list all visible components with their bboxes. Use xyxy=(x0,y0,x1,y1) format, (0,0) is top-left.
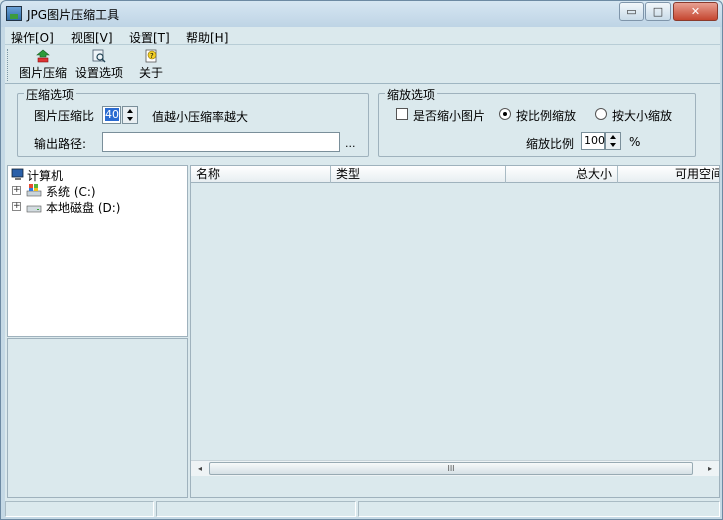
preview-pane xyxy=(7,338,188,498)
percent-label: % xyxy=(629,135,641,149)
expand-icon[interactable]: + xyxy=(12,186,21,195)
compress-options-legend: 压缩选项 xyxy=(24,86,77,103)
ratio-spinner[interactable] xyxy=(122,106,138,124)
app-window: JPG图片压缩工具 ▭ □ ✕ 操作[O] 视图[V] 设置[T] 帮助[H] … xyxy=(0,0,723,520)
by-ratio-label: 按比例缩放 xyxy=(516,109,577,123)
computer-icon xyxy=(11,168,24,180)
column-total-size[interactable]: 总大小 xyxy=(506,166,618,183)
ratio-input[interactable]: 40 xyxy=(102,106,121,124)
folder-tree[interactable]: 计算机 + 系统 (C:) + 本地磁盘 (D:) xyxy=(7,165,188,337)
status-cell-1 xyxy=(5,501,154,517)
compress-options-group: 压缩选项 图片压缩比 40 值越小压缩率越大 输出路径: ... xyxy=(17,86,369,157)
menu-view[interactable]: 视图[V] xyxy=(71,29,113,46)
ratio-label: 图片压缩比 xyxy=(34,109,95,123)
file-list[interactable]: 名称 类型 总大小 可用空间 ◂ III ▸ xyxy=(190,165,720,498)
list-header: 名称 类型 总大小 可用空间 xyxy=(191,166,719,183)
menu-help[interactable]: 帮助[H] xyxy=(186,29,228,46)
column-name[interactable]: 名称 xyxy=(191,166,331,183)
title-bar[interactable]: JPG图片压缩工具 ▭ □ ✕ xyxy=(1,1,722,27)
close-button[interactable]: ✕ xyxy=(673,2,718,21)
tree-label-drive-d: 本地磁盘 (D:) xyxy=(46,201,121,215)
toolbar: 图片压缩 设置选项 ? 关于 xyxy=(5,46,720,84)
scale-options-group: 缩放选项 是否缩小图片 按比例缩放 按大小缩放 缩放比例 100 % xyxy=(378,86,696,157)
help-icon: ? xyxy=(145,49,157,63)
scroll-thumb[interactable]: III xyxy=(209,462,693,475)
output-path-label: 输出路径: xyxy=(34,137,87,151)
scale-ratio-spinner[interactable] xyxy=(605,132,621,150)
ratio-hint: 值越小压缩率越大 xyxy=(152,110,249,124)
about-button[interactable]: ? 关于 xyxy=(133,48,169,82)
toolbar-grip-icon xyxy=(7,49,10,81)
by-ratio-radio[interactable] xyxy=(499,108,511,120)
hard-drive-icon xyxy=(26,205,42,213)
status-bar xyxy=(5,501,720,517)
menu-settings[interactable]: 设置[T] xyxy=(129,29,170,46)
client-area: 操作[O] 视图[V] 设置[T] 帮助[H] 图片压缩 设置选项 ? 关于 压… xyxy=(5,27,720,517)
menu-bar: 操作[O] 视图[V] 设置[T] 帮助[H] xyxy=(5,27,720,45)
scroll-left-icon[interactable]: ◂ xyxy=(193,462,207,476)
scale-ratio-label: 缩放比例 xyxy=(526,137,575,151)
menu-operate[interactable]: 操作[O] xyxy=(11,29,54,46)
column-free-space[interactable]: 可用空间 xyxy=(618,166,719,183)
minimize-button[interactable]: ▭ xyxy=(619,2,644,21)
status-cell-2 xyxy=(156,501,356,517)
window-title: JPG图片压缩工具 xyxy=(27,8,120,22)
column-type[interactable]: 类型 xyxy=(331,166,506,183)
tree-label-computer: 计算机 xyxy=(27,169,64,183)
ratio-value: 40 xyxy=(105,108,119,121)
settings-button[interactable]: 设置选项 xyxy=(73,48,125,82)
by-size-radio[interactable] xyxy=(595,108,607,120)
status-cell-3 xyxy=(358,501,720,517)
compress-icon xyxy=(36,49,50,63)
svg-text:?: ? xyxy=(150,52,154,60)
compress-button[interactable]: 图片压缩 xyxy=(17,48,69,82)
about-label: 关于 xyxy=(138,66,163,80)
output-path-input[interactable] xyxy=(102,132,340,152)
scroll-right-icon[interactable]: ▸ xyxy=(703,462,717,476)
tree-label-drive-c: 系统 (C:) xyxy=(46,185,96,199)
app-icon xyxy=(6,6,22,21)
scale-ratio-input[interactable]: 100 xyxy=(581,132,605,150)
settings-label: 设置选项 xyxy=(74,66,123,80)
settings-icon xyxy=(92,49,106,63)
expand-icon[interactable]: + xyxy=(12,202,21,211)
horizontal-scrollbar[interactable]: ◂ III ▸ xyxy=(191,460,719,476)
shrink-checkbox[interactable] xyxy=(396,108,408,120)
scale-options-legend: 缩放选项 xyxy=(385,86,438,103)
system-drive-icon xyxy=(26,184,42,197)
compress-label: 图片压缩 xyxy=(18,66,67,80)
by-size-label: 按大小缩放 xyxy=(612,109,673,123)
browse-button[interactable]: ... xyxy=(345,137,356,150)
shrink-label: 是否缩小图片 xyxy=(413,109,486,123)
maximize-button[interactable]: □ xyxy=(645,2,671,21)
